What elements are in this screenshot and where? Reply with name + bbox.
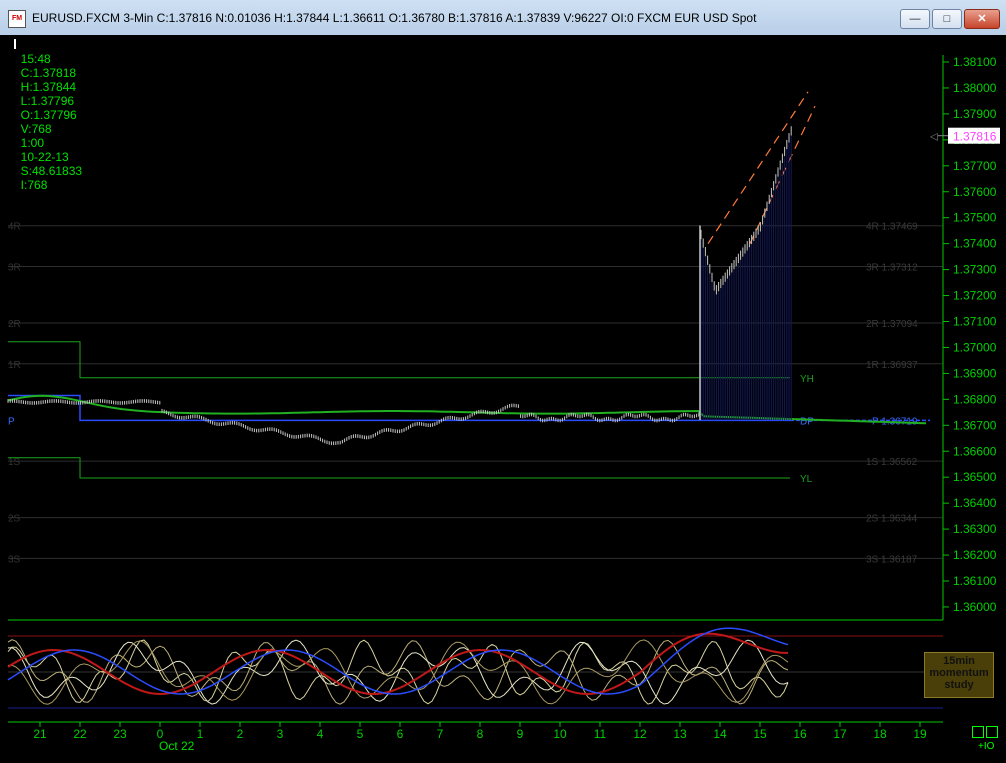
momentum-line2: momentum [929,667,989,679]
info-high: H:1.37844 [20,80,77,94]
panel-square-icon[interactable] [986,726,998,738]
chart-area[interactable] [0,35,1006,763]
close-button[interactable]: ✕ [964,9,1000,29]
info-open: O:1.37796 [20,108,77,122]
window-title: EURUSD.FXCM 3-Min C:1.37816 N:0.01036 H:… [32,11,757,25]
info-volume: V:768 [20,122,52,136]
date-label: Oct 22 [159,739,195,753]
info-time: 15:48 [20,52,51,66]
ohlc-info-bar: 15:48 C:1.37818 H:1.37844 L:1.37796 O:1.… [14,38,94,192]
maximize-button[interactable]: □ [932,9,962,29]
info-low: L:1.37796 [20,94,75,108]
panel-square-icon[interactable] [972,726,984,738]
momentum-study-label: 15min momentum study [924,652,994,698]
info-close: C:1.37818 [20,66,77,80]
info-stat: S:48.61833 [20,164,83,178]
info-interval: 1:00 [20,136,45,150]
momentum-line3: study [944,679,974,691]
momentum-line1: 15min [943,655,975,667]
plus-io-label: +IO [978,741,995,752]
minimize-button[interactable]: — [900,9,930,29]
info-date: 10-22-13 [20,150,69,164]
app-icon: FM [8,10,26,28]
info-i: I:768 [20,178,48,192]
title-bar: FM EURUSD.FXCM 3-Min C:1.37816 N:0.01036… [0,0,1006,36]
